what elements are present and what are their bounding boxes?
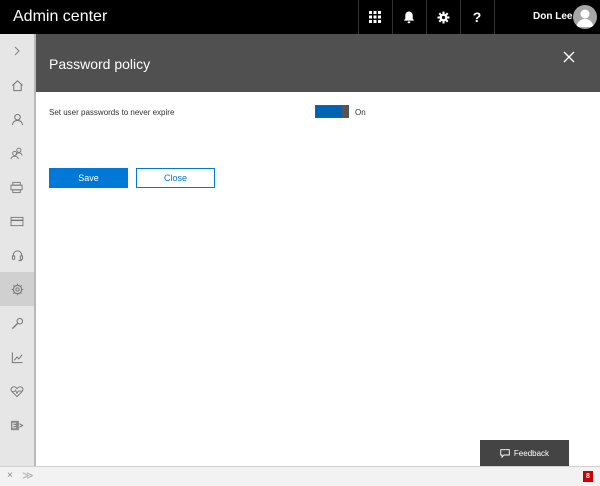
app-launcher-icon [369, 11, 381, 23]
nav-item-setup[interactable] [0, 306, 34, 340]
help-icon: ? [472, 9, 482, 25]
toggle-thumb [343, 105, 349, 118]
panel-header: Password policy [36, 34, 600, 92]
support-icon [11, 249, 23, 261]
user-name[interactable]: Don Lee [533, 11, 572, 22]
toggle-track [315, 105, 343, 118]
app-title[interactable]: Admin center [13, 8, 107, 26]
nav-item-billing[interactable] [0, 204, 34, 238]
nav-item-reports[interactable] [0, 340, 34, 374]
chevron-right-icon [14, 46, 20, 56]
billing-icon [10, 216, 24, 226]
nav-item-devices[interactable] [0, 170, 34, 204]
home-icon [11, 79, 23, 91]
setup-icon [11, 317, 23, 329]
settings-button[interactable] [426, 0, 460, 34]
gear-icon [437, 11, 449, 23]
help-button[interactable]: ? [460, 0, 494, 34]
save-button[interactable]: Save [49, 168, 128, 188]
close-icon [563, 51, 575, 63]
bell-icon [403, 11, 415, 23]
never-expire-toggle[interactable] [315, 105, 351, 118]
feedback-label: Feedback [513, 448, 550, 458]
nav-item-users[interactable] [0, 102, 34, 136]
app-launcher-button[interactable] [358, 0, 392, 34]
never-expire-label: Set user passwords to never expire [49, 108, 175, 117]
nav-item-exchange[interactable] [0, 408, 34, 442]
panel-title: Password policy [49, 56, 151, 72]
divider [494, 0, 495, 34]
password-policy-panel: Password policy Set user passwords to ne… [34, 34, 600, 466]
exchange-icon [10, 420, 24, 430]
health-icon [10, 385, 24, 397]
top-bar: Admin center ? Don Lee [0, 0, 600, 34]
user-avatar-icon [576, 9, 594, 27]
bottom-bar: × ≫ 8 [0, 466, 600, 486]
bottom-expand-button[interactable]: ≫ [22, 469, 34, 482]
nav-item-groups[interactable] [0, 136, 34, 170]
user-icon [11, 113, 23, 125]
nav-expand-button[interactable] [0, 34, 34, 68]
groups-icon [10, 147, 23, 159]
devices-icon [10, 181, 23, 193]
reports-icon [11, 351, 23, 363]
close-button[interactable]: Close [136, 168, 215, 188]
nav-item-home[interactable] [0, 68, 34, 102]
nav-item-settings[interactable] [0, 272, 34, 306]
notifications-button[interactable] [392, 0, 426, 34]
panel-close-button[interactable] [558, 46, 580, 68]
bottom-close-button[interactable]: × [7, 470, 13, 481]
comment-icon [500, 448, 510, 458]
nav-item-support[interactable] [0, 238, 34, 272]
settings-icon [11, 283, 23, 295]
avatar[interactable] [573, 5, 597, 29]
feedback-button[interactable]: Feedback [480, 440, 569, 466]
notification-badge[interactable]: 8 [583, 471, 593, 482]
toggle-state-label: On [355, 108, 366, 117]
left-navigation [0, 34, 34, 466]
nav-item-health[interactable] [0, 374, 34, 408]
